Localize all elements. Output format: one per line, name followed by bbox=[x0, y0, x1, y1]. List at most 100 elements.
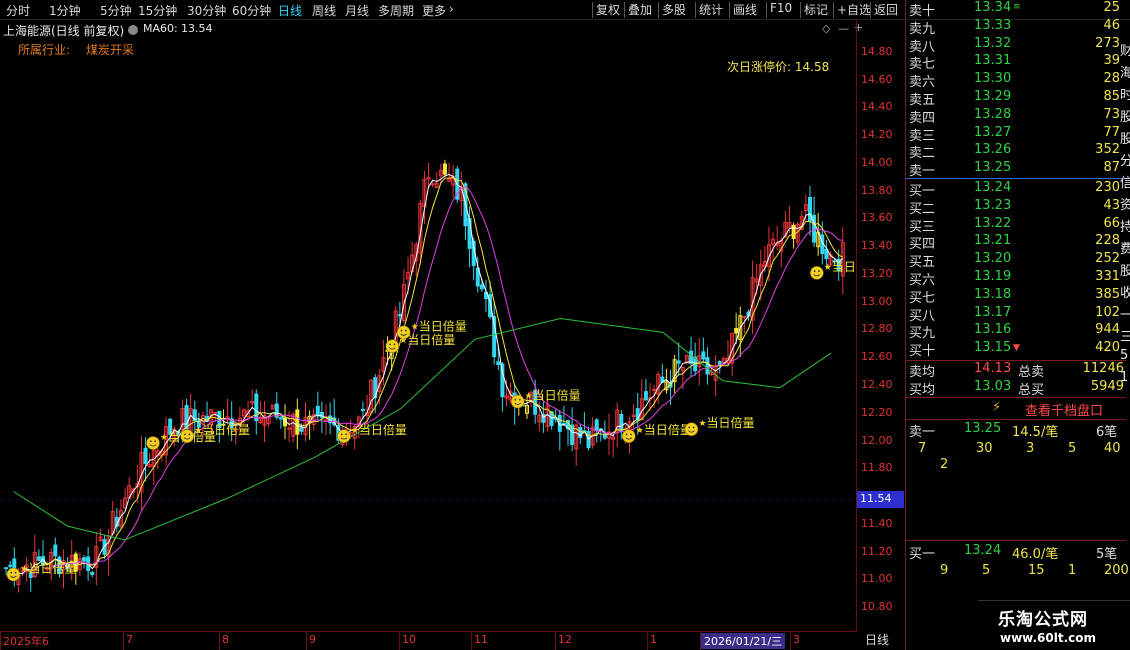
ask-level-row[interactable]: 卖六 13.30 28 bbox=[906, 71, 1126, 90]
price-tick: 13.40 bbox=[861, 239, 893, 253]
ask-level-row[interactable]: 卖四 13.28 73 bbox=[906, 107, 1126, 126]
candle-body bbox=[299, 427, 304, 432]
signal-label: 当日倍量 bbox=[419, 318, 467, 333]
smiley-icon bbox=[684, 422, 699, 437]
ask-queue-order: 7 bbox=[918, 441, 927, 456]
candle-body bbox=[652, 388, 657, 391]
double-volume-signal[interactable]: ★当日倍量 bbox=[6, 560, 77, 582]
ask-queue-order: 5 bbox=[1068, 441, 1077, 456]
ma-long-line bbox=[51, 186, 843, 567]
bid-level-row[interactable]: 买九 13.16 944 bbox=[906, 322, 1126, 342]
bid-queue-order: 5 bbox=[982, 563, 991, 578]
kline-svg[interactable]: ★当日倍量★当日倍量★当日倍量★当日倍量★当日倍量★当日倍量★当日倍量★当日倍量… bbox=[0, 20, 856, 631]
smiley-eye bbox=[393, 343, 396, 346]
signal-label: 当日倍量 bbox=[533, 388, 581, 403]
period-tab-5[interactable]: 60分钟 bbox=[232, 2, 271, 19]
bid-level-row[interactable]: 买十 13.15 ▼ 420 bbox=[906, 340, 1126, 360]
toolbar-button-0[interactable]: 复权 bbox=[596, 1, 620, 18]
candle-body bbox=[734, 327, 739, 334]
toolbar-button-1[interactable]: 叠加 bbox=[628, 1, 652, 18]
star-icon: ★ bbox=[194, 426, 202, 436]
toolbar-button-4[interactable]: 画线 bbox=[733, 1, 757, 18]
period-tab-1[interactable]: 1分钟 bbox=[49, 2, 81, 19]
price-tick: 14.80 bbox=[861, 44, 893, 58]
period-tab-3[interactable]: 15分钟 bbox=[138, 2, 177, 19]
ask-level-volume: 352 bbox=[1095, 142, 1120, 158]
ask-level-row[interactable]: 卖一 13.25 87 bbox=[906, 160, 1126, 179]
industry-label: 所属行业: bbox=[18, 43, 71, 57]
ask-level-row[interactable]: 卖八 13.32 273 bbox=[906, 36, 1126, 55]
period-tab-4[interactable]: 30分钟 bbox=[187, 2, 226, 19]
bid-level-label: 买七 bbox=[909, 290, 936, 306]
double-volume-signal[interactable]: ★当日倍量 bbox=[684, 415, 755, 437]
double-volume-signal[interactable]: ★当日倍量 bbox=[337, 422, 407, 443]
side-strip-char: 时 bbox=[1120, 88, 1130, 103]
ask-level-row[interactable]: 卖七 13.31 39 bbox=[906, 53, 1126, 73]
ask-level-label: 卖七 bbox=[909, 57, 936, 73]
bid-level-row[interactable]: 买六 13.19 331 bbox=[906, 269, 1126, 288]
bid-level-row[interactable]: 买七 13.18 385 bbox=[906, 286, 1126, 306]
ask-level-row[interactable]: 卖三 13.27 77 bbox=[906, 125, 1126, 144]
bid-level-row[interactable]: 买三 13.22 66 bbox=[906, 215, 1126, 235]
candle-body bbox=[742, 315, 747, 318]
price-tick: 13.20 bbox=[861, 266, 893, 280]
ask-level-volume: 25 bbox=[1103, 0, 1120, 15]
ma-toggle-icon[interactable] bbox=[128, 25, 138, 35]
ask-level-row[interactable]: 卖五 13.29 85 bbox=[906, 89, 1126, 108]
bid-level-row[interactable]: 买四 13.21 228 bbox=[906, 233, 1126, 252]
ask-level-row[interactable]: 卖九 13.33 46 bbox=[906, 18, 1126, 37]
ma60-label: MA60: bbox=[143, 22, 178, 35]
ask-level-row[interactable]: 卖二 13.26 352 bbox=[906, 142, 1126, 161]
ask-level-price: 13.25 bbox=[974, 160, 1012, 176]
toolbar-button-3[interactable]: 统计 bbox=[699, 1, 723, 18]
period-tab-9[interactable]: 多周期 bbox=[378, 2, 414, 19]
minus-icon[interactable]: — bbox=[838, 22, 849, 35]
candle-body bbox=[397, 314, 402, 317]
period-tab-2[interactable]: 5分钟 bbox=[100, 2, 132, 19]
ask-level-price: 13.34 bbox=[974, 0, 1012, 15]
bid-level-volume: 252 bbox=[1095, 251, 1120, 267]
bid-level-row[interactable]: 买二 13.23 43 bbox=[906, 198, 1126, 217]
period-tab-0[interactable]: 分时 bbox=[6, 2, 30, 19]
candle-body bbox=[213, 411, 218, 414]
more-chevron-icon[interactable]: › bbox=[449, 2, 454, 16]
bid-level-volume: 385 bbox=[1095, 286, 1120, 302]
industry-value[interactable]: 煤炭开采 bbox=[86, 41, 134, 58]
bid-level-volume: 66 bbox=[1103, 215, 1120, 231]
bid-level-label: 买九 bbox=[909, 326, 936, 342]
double-volume-signal[interactable]: ★当日倍量 bbox=[510, 388, 581, 409]
toolbar-button-7[interactable]: +自选 bbox=[837, 1, 871, 18]
period-tab-8[interactable]: 月线 bbox=[345, 2, 369, 19]
toolbar-button-6[interactable]: 标记 bbox=[804, 1, 828, 18]
ask-level-row[interactable]: 卖十 13.34 ≡ 25 bbox=[906, 0, 1126, 19]
date-label: 11 bbox=[474, 633, 488, 646]
toolbar-separator bbox=[800, 2, 801, 18]
toolbar-button-8[interactable]: 返回 bbox=[874, 1, 898, 18]
bid-level-volume: 102 bbox=[1095, 304, 1120, 320]
smiley-eye bbox=[818, 270, 820, 272]
bid-level-label: 买十 bbox=[909, 344, 936, 360]
smiley-eye bbox=[514, 398, 517, 401]
bid-level-price: 13.21 bbox=[974, 233, 1012, 249]
double-volume-signal[interactable]: ★当日倍量 bbox=[621, 422, 692, 443]
toolbar-button-2[interactable]: 多股 bbox=[662, 1, 686, 18]
period-label[interactable]: 日线 bbox=[857, 631, 904, 648]
period-tab-6[interactable]: 日线 bbox=[278, 2, 302, 19]
smiley-icon bbox=[810, 266, 824, 280]
side-strip-char: 海 bbox=[1120, 66, 1130, 81]
bid-level-row[interactable]: 买五 13.20 252 bbox=[906, 251, 1126, 270]
view-depth-button[interactable]: 查看千档盘口 bbox=[1025, 400, 1103, 419]
candle-body bbox=[442, 163, 447, 175]
smiley-eye bbox=[405, 329, 407, 332]
bid-level-row[interactable]: 买一 13.24 230 bbox=[906, 180, 1126, 199]
double-volume-signal[interactable]: ★当日倍量 bbox=[810, 259, 856, 280]
kline-chart-area[interactable]: ★当日倍量★当日倍量★当日倍量★当日倍量★当日倍量★当日倍量★当日倍量★当日倍量… bbox=[0, 20, 905, 650]
candle-body bbox=[594, 419, 599, 432]
toolbar-button-5[interactable]: F10 bbox=[770, 1, 792, 15]
bid-level-row[interactable]: 买八 13.17 102 bbox=[906, 304, 1126, 324]
date-separator bbox=[790, 632, 791, 650]
period-tab-7[interactable]: 周线 bbox=[312, 2, 336, 19]
diamond-icon[interactable]: ◇ bbox=[822, 22, 830, 35]
bid-level-price: 13.16 bbox=[974, 322, 1012, 338]
period-tab-10[interactable]: 更多 bbox=[422, 2, 446, 19]
